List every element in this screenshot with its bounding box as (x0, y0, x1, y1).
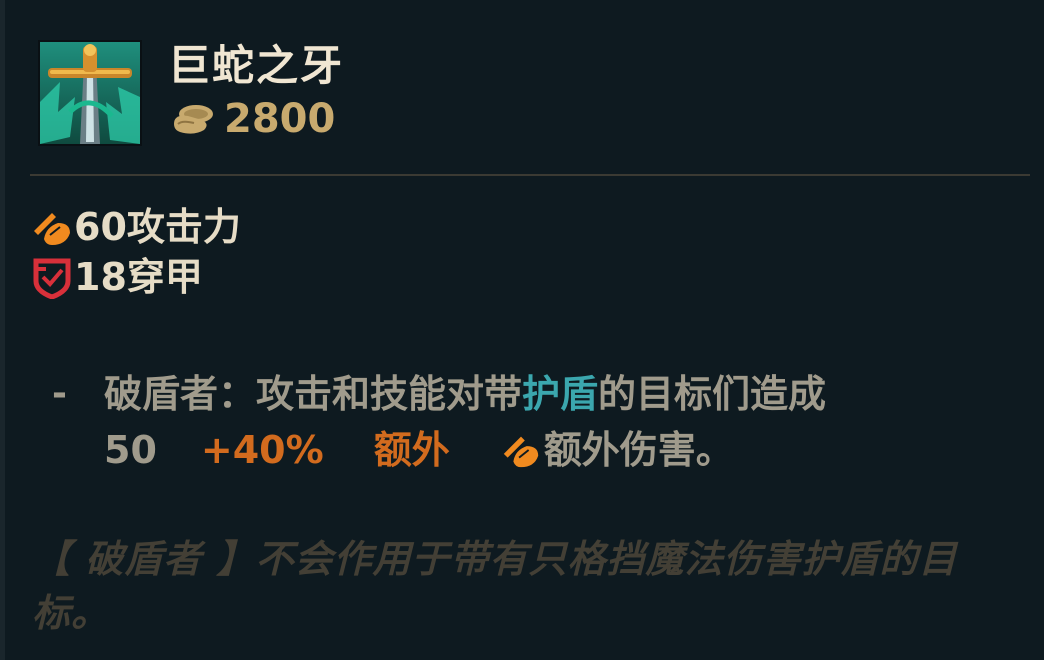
item-tooltip: 巨蛇之牙 2800 60攻击力 18穿甲 - 破盾者：攻击和技能对带 护盾 的目… (0, 0, 1044, 660)
damage-ratio: +40% (200, 428, 324, 472)
passive-line-2: 50 +40% 额外 额外伤害。 (52, 422, 1012, 478)
armor-penetration-icon (33, 258, 71, 299)
passive-line-1: - 破盾者：攻击和技能对带 护盾 的目标们造成 (52, 366, 1012, 422)
item-name: 巨蛇之牙 (168, 41, 345, 90)
damage-suffix: 额外伤害。 (543, 428, 734, 472)
stat-attack-damage: 60攻击力 (74, 205, 241, 249)
passive-bullet: - (52, 373, 67, 414)
damage-base: 50 (104, 428, 157, 472)
passive-line1-rest: 的目标们造成 (598, 372, 827, 416)
attack-damage-icon (34, 213, 70, 245)
passive-description: - 破盾者：攻击和技能对带 护盾 的目标们造成 50 +40% 额外 额外伤害。 (52, 366, 1012, 478)
sword-item-icon (38, 40, 142, 146)
damage-bonus-label: 额外 (373, 428, 450, 472)
item-price: 2800 (224, 96, 336, 142)
header-divider (30, 174, 1030, 176)
stat-row-armor-penetration: 18穿甲 (30, 252, 241, 302)
item-price-row: 2800 (170, 94, 335, 144)
passive-note: 【 破盾者 】不会作用于带有只格挡魔法伤害护盾的目标。 (32, 537, 958, 635)
stats-list: 60攻击力 18穿甲 (30, 202, 241, 302)
stat-armor-penetration: 18穿甲 (74, 255, 203, 299)
tooltip-edge (0, 0, 5, 660)
keyword-shield: 护盾 (522, 372, 599, 416)
attack-damage-icon (503, 436, 538, 468)
passive-name-text: 破盾者：攻击和技能对带 (104, 372, 523, 416)
gold-coins-icon (174, 105, 213, 134)
stat-row-attack-damage: 60攻击力 (30, 202, 241, 252)
tooltip-header: 巨蛇之牙 2800 (38, 40, 998, 150)
